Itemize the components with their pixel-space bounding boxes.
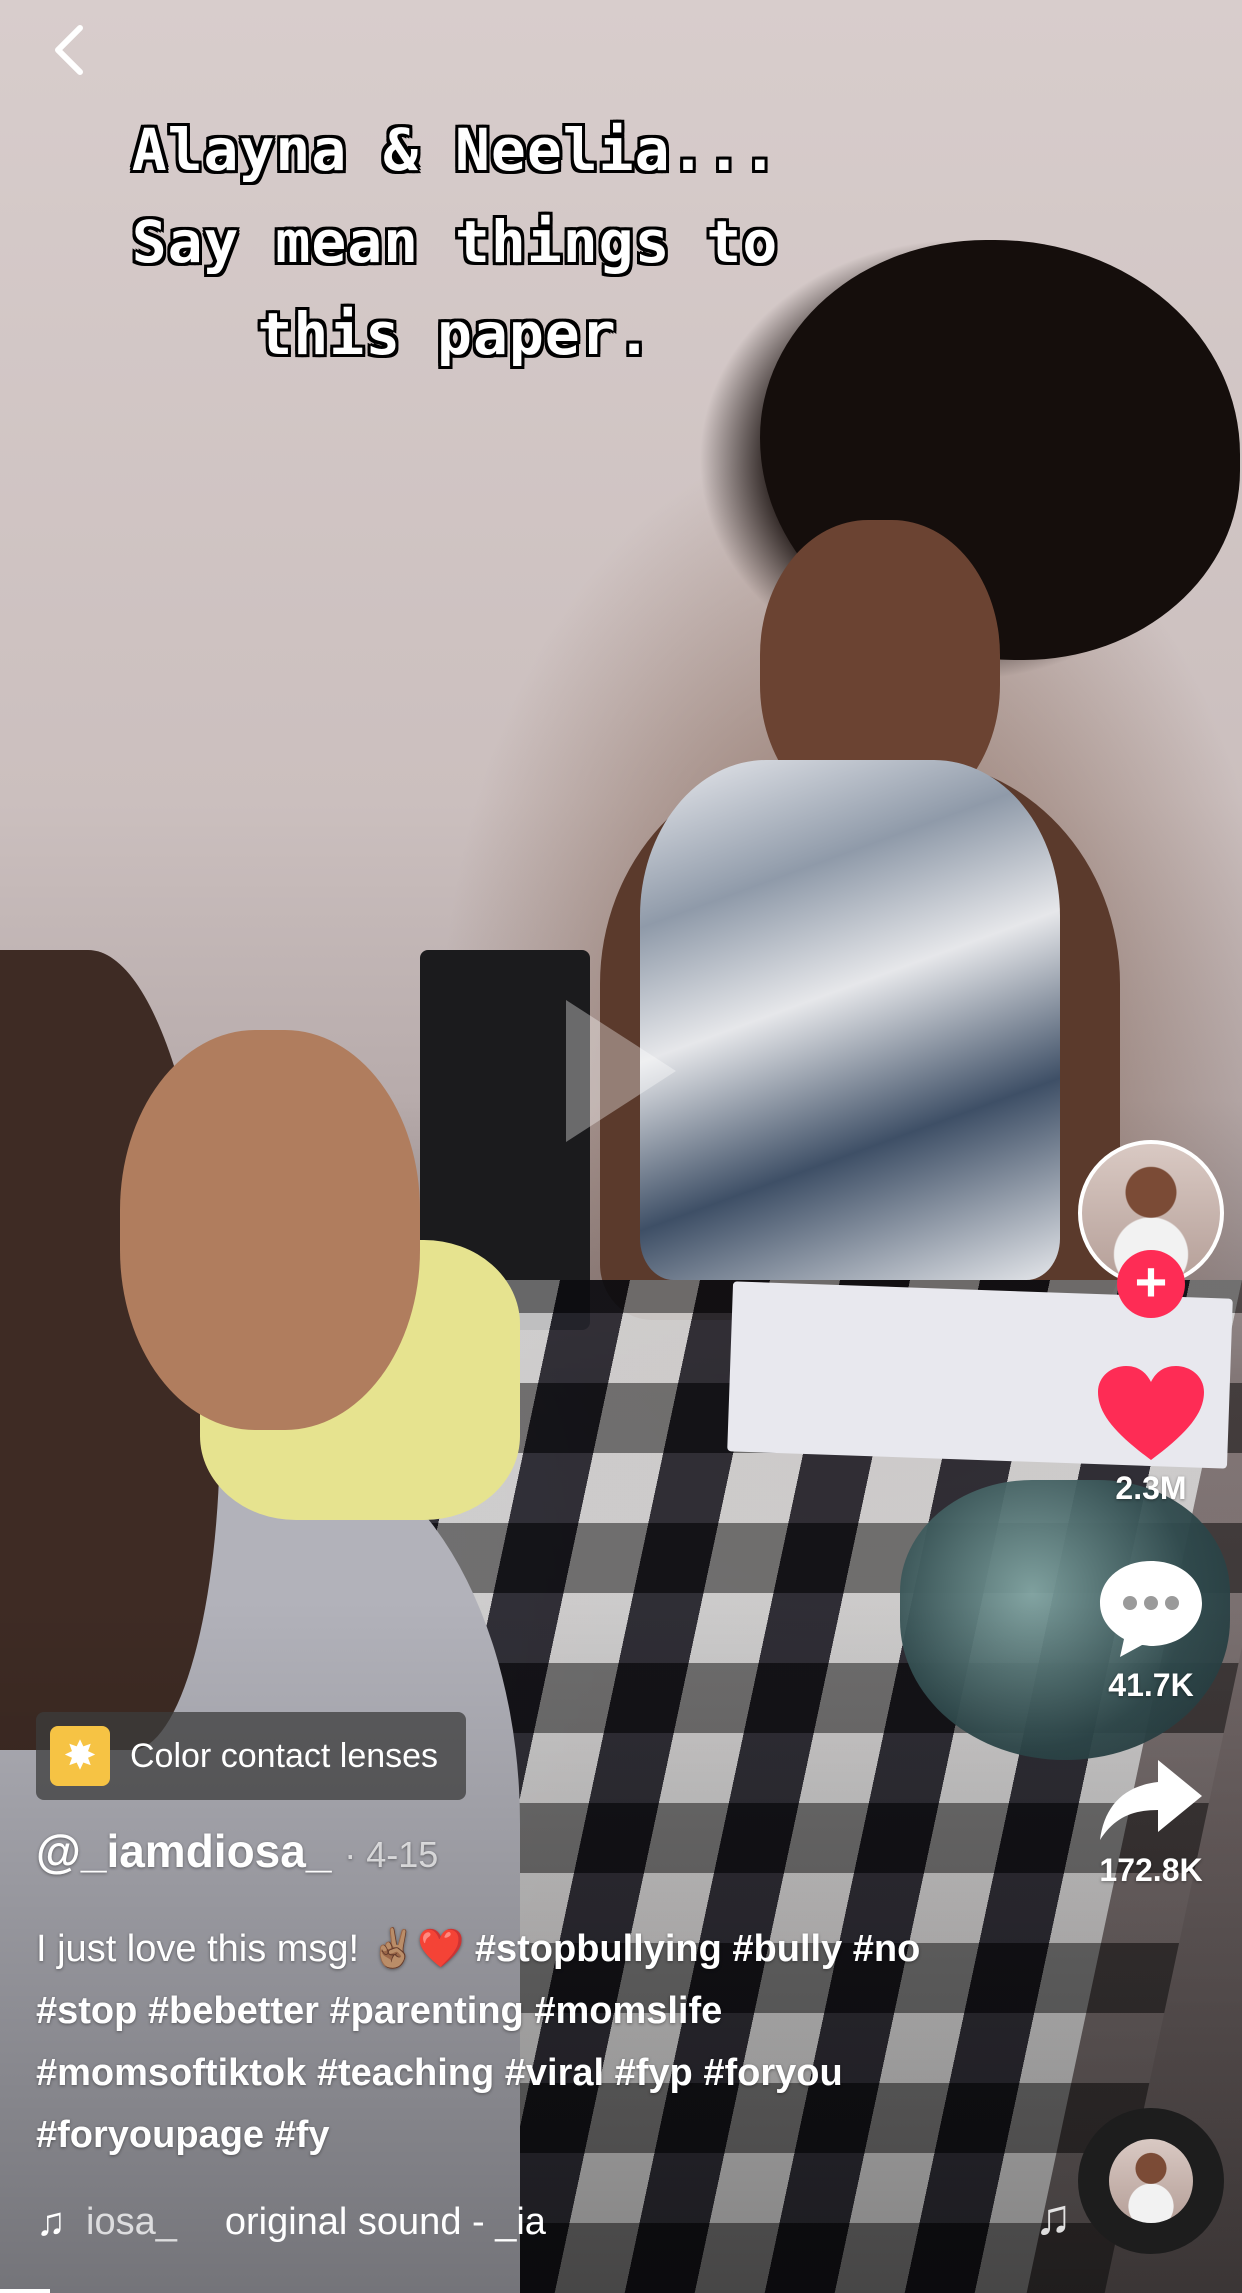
sparkle-icon: ✸: [50, 1726, 110, 1786]
effect-sticker-label: Color contact lenses: [130, 1736, 439, 1775]
share-count: 172.8K: [1099, 1852, 1203, 1888]
creator-avatar[interactable]: +: [1078, 1140, 1224, 1318]
video-scene-kid: [120, 1030, 420, 1430]
video-screen[interactable]: Alayna & Neelia... Say mean things to th…: [0, 0, 1242, 2293]
video-scene-girl: [0, 950, 220, 1750]
video-caption: Alayna & Neelia... Say mean things to th…: [40, 104, 870, 380]
play-icon[interactable]: [560, 996, 680, 1146]
comment-action[interactable]: 41.7K: [1096, 1557, 1206, 1704]
username-link[interactable]: @_iamdiosa_: [36, 1825, 331, 1877]
sound-title: original sound - _ia: [224, 2200, 546, 2243]
video-scene-tank-top: [640, 760, 1060, 1280]
post-author: @_iamdiosa_ · 4-15: [36, 1824, 438, 1878]
video-scene-face: [760, 520, 1000, 820]
caption-line-1: Alayna & Neelia...: [131, 116, 779, 184]
caption-line-2: Say mean things to: [131, 208, 779, 276]
back-icon: [55, 25, 83, 75]
heart-icon[interactable]: [1096, 1364, 1206, 1464]
video-progress-bar[interactable]: [0, 2289, 50, 2293]
share-action[interactable]: 172.8K: [1096, 1756, 1206, 1889]
post-date: · 4-15: [344, 1834, 439, 1875]
back-button[interactable]: [44, 22, 100, 78]
caption-line-3: this paper.: [257, 300, 653, 368]
music-note-icon: ♫: [36, 2199, 66, 2244]
comment-icon[interactable]: [1096, 1557, 1206, 1661]
like-count: 2.3M: [1115, 1470, 1187, 1506]
share-icon[interactable]: [1096, 1756, 1206, 1846]
post-text: I just love this msg! ✌🏽❤️: [36, 1928, 475, 1970]
video-scene-kid-shirt: [200, 1240, 520, 1520]
like-action[interactable]: 2.3M: [1096, 1364, 1206, 1507]
floating-music-notes-icon: ♫: [1034, 2189, 1073, 2245]
follow-button[interactable]: +: [1117, 1250, 1185, 1318]
music-disc[interactable]: [1078, 2108, 1224, 2254]
sound-source: iosa_: [86, 2200, 177, 2243]
action-rail: + 2.3M 41.7K 172.8K: [1076, 1140, 1226, 1889]
sound-ticker[interactable]: ♫ iosa_ original sound - _ia: [36, 2194, 646, 2250]
effect-sticker[interactable]: ✸ Color contact lenses: [36, 1712, 467, 1800]
music-disc-avatar: [1109, 2139, 1193, 2223]
post-description: I just love this msg! ✌🏽❤️ #stopbullying…: [36, 1918, 976, 2166]
comment-count: 41.7K: [1108, 1667, 1194, 1703]
